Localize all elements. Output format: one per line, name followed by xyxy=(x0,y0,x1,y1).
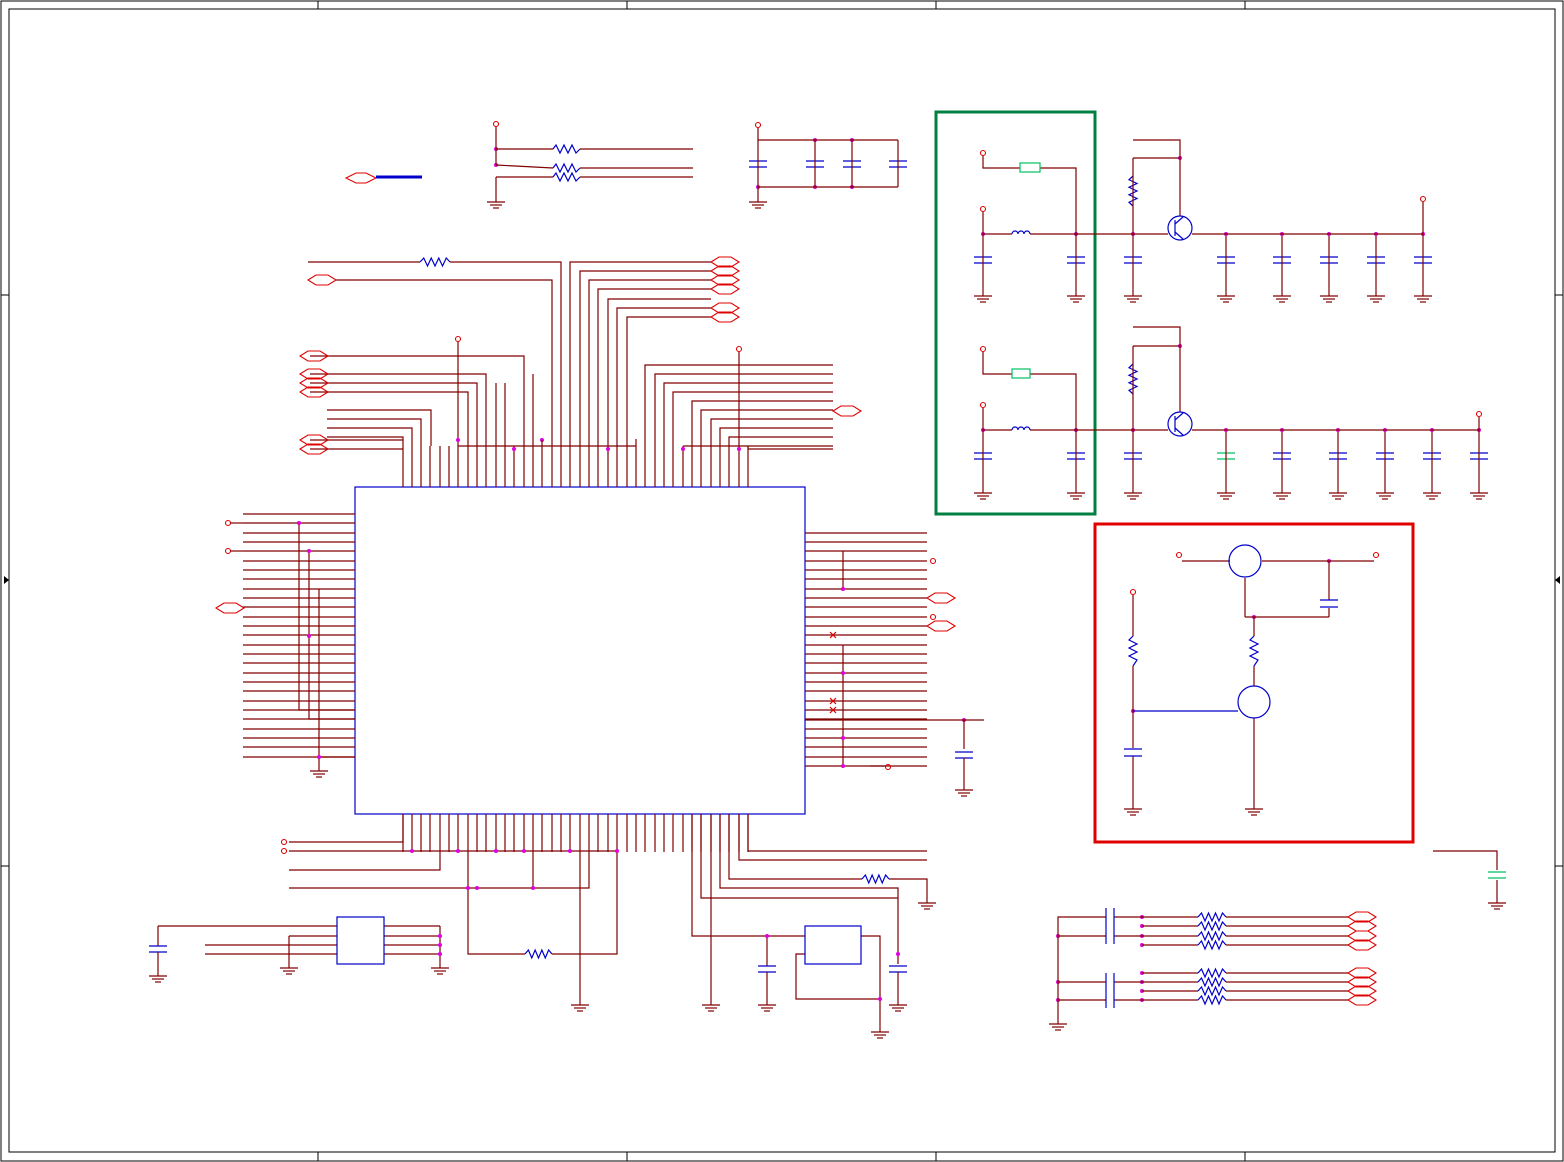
wire xyxy=(861,935,881,1026)
isolated-capacitor xyxy=(1433,850,1506,897)
junction-dot xyxy=(475,886,479,890)
wire xyxy=(728,436,833,446)
power-port xyxy=(884,763,892,771)
junction-dot xyxy=(896,952,900,956)
main-ic-body xyxy=(354,486,806,815)
junction-dot xyxy=(606,447,610,451)
junction-dot xyxy=(494,849,498,853)
wire xyxy=(552,852,618,955)
wire xyxy=(289,814,404,843)
junction-dot xyxy=(456,849,460,853)
power-port xyxy=(224,547,232,555)
resistor xyxy=(1197,911,1227,923)
junction-dot xyxy=(317,755,321,759)
generated-wiring xyxy=(149,138,1506,1039)
junction-dot xyxy=(466,886,470,890)
junction-dot xyxy=(438,943,442,947)
transistor-q1 xyxy=(1167,215,1193,241)
junction-dot xyxy=(410,849,414,853)
pullup-resistor-group xyxy=(492,120,693,196)
resistor xyxy=(1197,920,1227,932)
resistor xyxy=(1197,976,1227,988)
transistor-q2 xyxy=(1167,411,1193,437)
inductor-2 xyxy=(1011,426,1031,431)
junction-dot xyxy=(878,997,882,1001)
power-port xyxy=(929,613,937,621)
wire xyxy=(626,316,711,446)
wire xyxy=(795,953,880,1000)
wire xyxy=(310,355,525,446)
junction-dot xyxy=(456,438,460,442)
junction-dot xyxy=(307,549,311,553)
wire xyxy=(747,814,927,852)
power-port xyxy=(735,345,743,353)
power-port xyxy=(454,335,462,343)
power-port xyxy=(929,557,937,565)
wire xyxy=(467,852,525,955)
wire xyxy=(691,400,833,446)
junction-dot xyxy=(841,671,845,675)
junction-dot xyxy=(841,587,845,591)
resistor xyxy=(524,948,553,960)
junction-dot xyxy=(438,934,442,938)
power-switch-wiring xyxy=(1124,544,1380,803)
junction-dot xyxy=(568,849,572,853)
decoupling-capacitor-bank xyxy=(754,121,899,196)
wire xyxy=(588,279,711,446)
schematic-diagram xyxy=(0,0,1564,1162)
junction-dot xyxy=(737,447,741,451)
junction-dot xyxy=(512,447,516,451)
junction-dot xyxy=(841,764,845,768)
power-port xyxy=(224,519,232,527)
resistor xyxy=(1197,994,1227,1006)
net-port xyxy=(306,274,338,286)
junction-dot xyxy=(522,849,526,853)
net-port xyxy=(831,405,863,417)
resistor xyxy=(1197,967,1227,979)
junction-dot xyxy=(841,736,845,740)
power-port xyxy=(280,847,288,855)
ferrite-bead-2 xyxy=(1011,368,1031,379)
wire xyxy=(336,279,553,446)
resistor xyxy=(861,873,890,885)
regulator-wiring xyxy=(979,139,1483,487)
junction-dot xyxy=(765,934,769,938)
inductor-1 xyxy=(1011,230,1031,235)
regulator-section-outline xyxy=(934,110,1097,516)
wire xyxy=(738,814,927,861)
power-port xyxy=(280,838,288,846)
resistor xyxy=(419,256,451,268)
junction-dot xyxy=(438,952,442,956)
junction-dot xyxy=(681,447,685,451)
resistor xyxy=(1197,930,1227,942)
wire xyxy=(719,814,899,964)
small-ic-right xyxy=(804,925,862,965)
net-port xyxy=(925,592,957,604)
junction-dot xyxy=(297,521,301,525)
junction-dot xyxy=(531,886,535,890)
wire xyxy=(289,852,441,871)
net-port xyxy=(214,602,246,614)
ferrite-bead-1 xyxy=(1019,162,1041,173)
net-label-bus xyxy=(344,172,422,184)
wire xyxy=(327,436,404,446)
wire xyxy=(607,298,711,446)
junction-dot xyxy=(615,849,619,853)
small-ic-left xyxy=(336,916,385,965)
wire xyxy=(700,814,898,899)
junction-dot xyxy=(307,634,311,638)
wire xyxy=(728,814,862,880)
schematic-sheet xyxy=(0,0,1564,1162)
resistor xyxy=(1197,939,1227,951)
net-port xyxy=(925,620,957,632)
resistor xyxy=(1197,985,1227,997)
wire xyxy=(327,418,422,446)
